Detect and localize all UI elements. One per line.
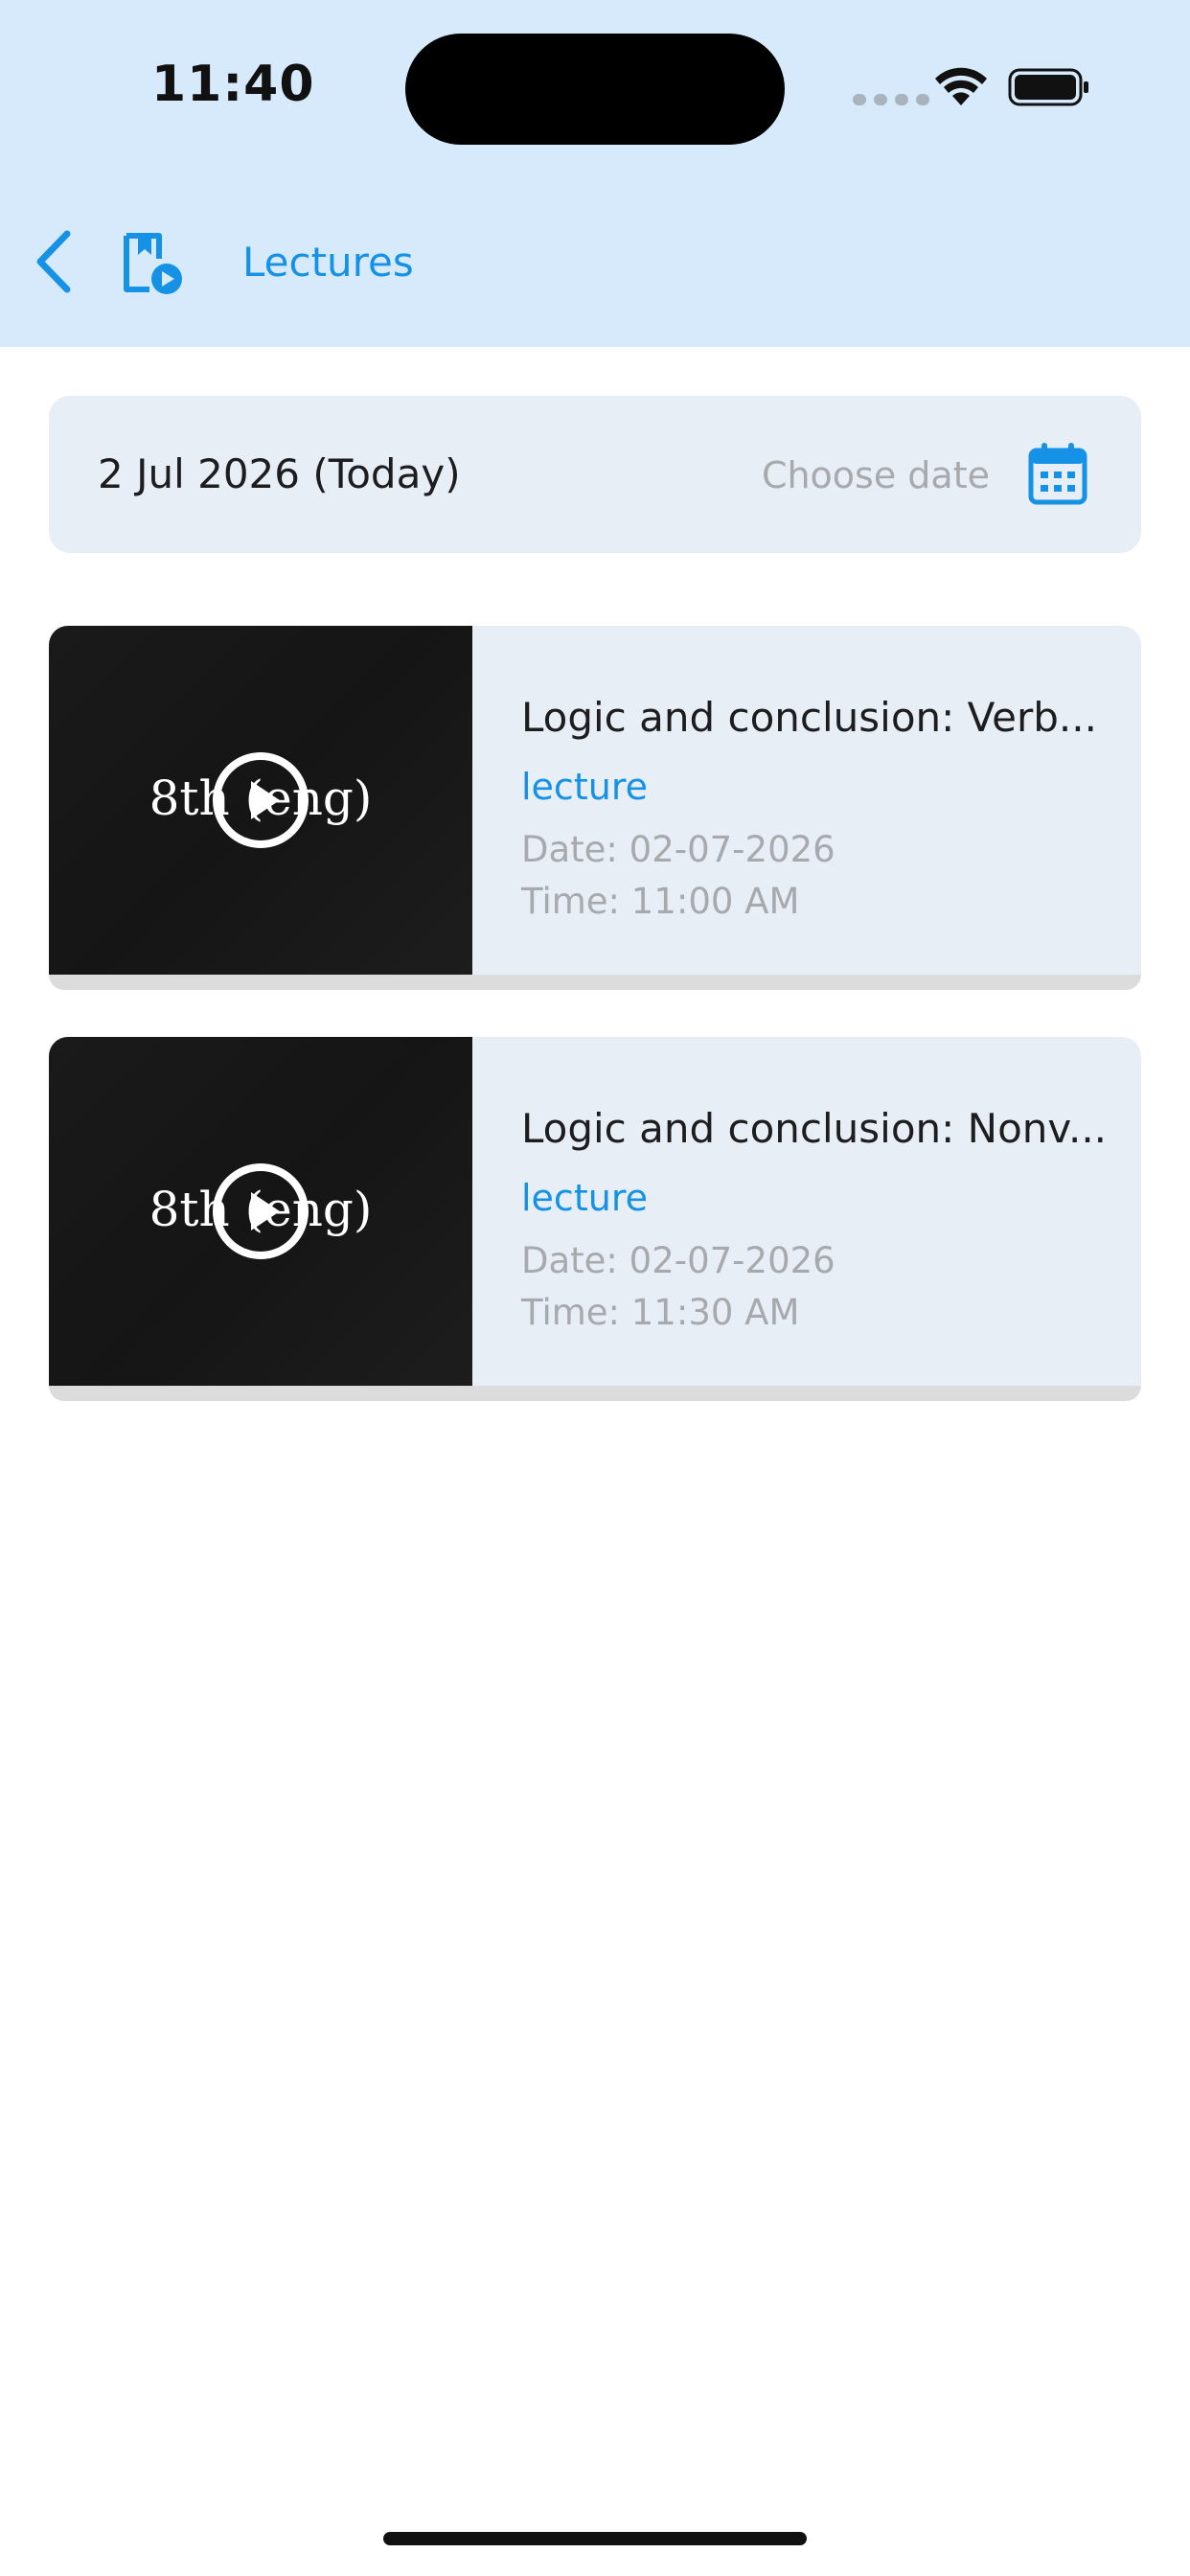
lecture-date: Date: 02-07-2026 (521, 1240, 835, 1281)
date-picker-bar[interactable]: 2 Jul 2026 (Today) Choose date (49, 396, 1141, 553)
home-indicator[interactable] (383, 2532, 807, 2545)
lecture-thumbnail[interactable]: 8th (eng) (49, 626, 472, 975)
lecture-date: Date: 02-07-2026 (521, 829, 835, 870)
lecture-title: Logic and conclusion: Nonv... (521, 1105, 1108, 1152)
choose-date-button[interactable]: Choose date (762, 450, 990, 500)
lecture-type: lecture (521, 766, 648, 808)
status-bar-time: 11:40 (151, 56, 315, 113)
lecture-card-body: 8th (eng) Logic and conclusion: Nonv... … (49, 1037, 1141, 1386)
lecture-time: Time: 11:30 AM (521, 1292, 800, 1333)
lecture-video-icon (124, 233, 182, 294)
back-button[interactable] (27, 226, 84, 297)
lecture-title: Logic and conclusion: Verb... (521, 694, 1097, 741)
wifi-icon (935, 67, 987, 105)
page-title: Lectures (242, 239, 414, 286)
battery-icon (1008, 68, 1088, 106)
lecture-card-body: 8th (eng) Logic and conclusion: Verb... … (49, 626, 1141, 975)
lecture-progress-bar (49, 975, 1141, 990)
calendar-icon[interactable] (1027, 441, 1088, 506)
lecture-type: lecture (521, 1177, 648, 1219)
lecture-card[interactable]: 8th (eng) Logic and conclusion: Verb... … (49, 626, 1141, 990)
lecture-thumbnail[interactable]: 8th (eng) (49, 1037, 472, 1386)
lecture-progress-bar (49, 1386, 1141, 1401)
lecture-card[interactable]: 8th (eng) Logic and conclusion: Nonv... … (49, 1037, 1141, 1401)
app-header: 11:40 Lectures (0, 0, 1190, 347)
play-icon[interactable] (211, 750, 310, 850)
lecture-time: Time: 11:00 AM (521, 881, 800, 922)
play-icon[interactable] (211, 1162, 310, 1261)
selected-date: 2 Jul 2026 (Today) (98, 450, 461, 497)
dynamic-island (405, 34, 785, 145)
cellular-signal-icon (853, 94, 929, 105)
